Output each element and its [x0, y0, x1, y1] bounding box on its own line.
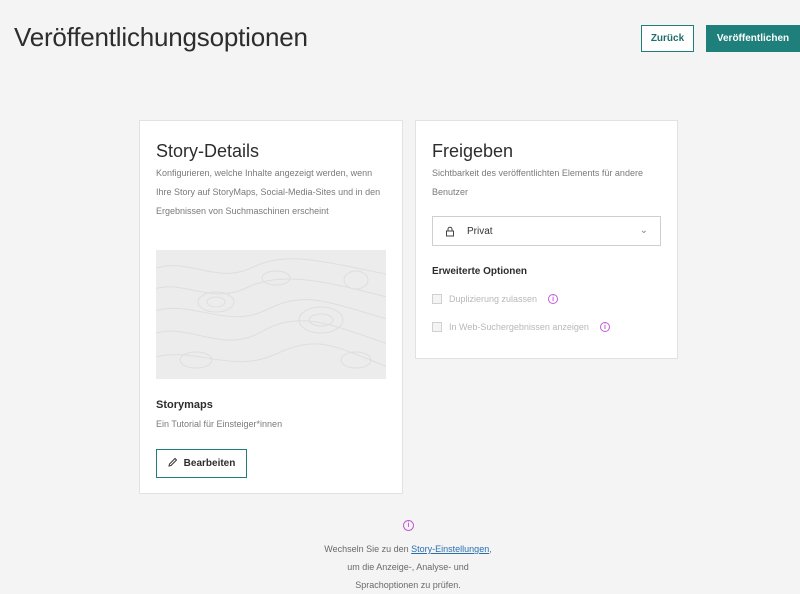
story-details-title: Story-Details	[156, 141, 260, 161]
pencil-icon	[167, 457, 178, 470]
duplication-label: Duplizierung zulassen	[449, 294, 538, 304]
story-thumbnail[interactable]	[156, 250, 386, 379]
visibility-value: Privat	[467, 225, 493, 237]
back-button[interactable]: Zurück	[641, 25, 694, 52]
footer-line-3: Sprachoptionen zu prüfen.	[355, 580, 461, 590]
web-search-label: In Web-Suchergebnissen anzeigen	[449, 322, 589, 332]
story-subtitle: Ein Tutorial für Einsteiger*innen	[156, 419, 283, 429]
edit-button-label: Bearbeiten	[183, 458, 236, 469]
footer-text-before: Wechseln Sie zu den	[324, 544, 412, 554]
footer-note: Wechseln Sie zu den Story-Einstellungen,…	[300, 540, 516, 594]
lock-icon	[445, 225, 457, 237]
story-settings-link[interactable]: Story-Einstellungen	[411, 544, 489, 554]
web-search-checkbox[interactable]	[432, 322, 442, 332]
publish-button[interactable]: Veröffentlichen	[706, 25, 800, 52]
visibility-select[interactable]: Privat ⌄	[432, 216, 661, 246]
option-web-search[interactable]: In Web-Suchergebnissen anzeigen i	[432, 322, 610, 332]
option-allow-duplication[interactable]: Duplizierung zulassen i	[432, 294, 559, 304]
info-icon[interactable]: i	[599, 322, 610, 332]
share-card: Freigeben Sichtbarkeit des veröffentlich…	[415, 120, 678, 359]
info-icon[interactable]: i	[548, 294, 559, 304]
info-icon: i	[403, 520, 414, 531]
footer-line-2: um die Anzeige-, Analyse- und	[347, 562, 469, 572]
page-title: Veröffentlichungsoptionen	[14, 22, 308, 52]
share-description: Sichtbarkeit des veröffentlichten Elemen…	[432, 168, 643, 197]
chevron-down-icon: ⌄	[639, 225, 648, 236]
story-details-description: Konfigurieren, welche Inhalte angezeigt …	[156, 168, 381, 216]
duplication-checkbox[interactable]	[432, 294, 442, 304]
advanced-options-title: Erweiterte Optionen	[432, 266, 528, 277]
share-title: Freigeben	[432, 141, 514, 161]
story-details-card: Story-Details Konfigurieren, welche Inha…	[139, 120, 403, 494]
story-title: Storymaps	[156, 399, 213, 411]
topographic-pattern-icon	[156, 258, 386, 369]
edit-button[interactable]: Bearbeiten	[156, 449, 247, 478]
footer-text-after: ,	[489, 544, 492, 554]
